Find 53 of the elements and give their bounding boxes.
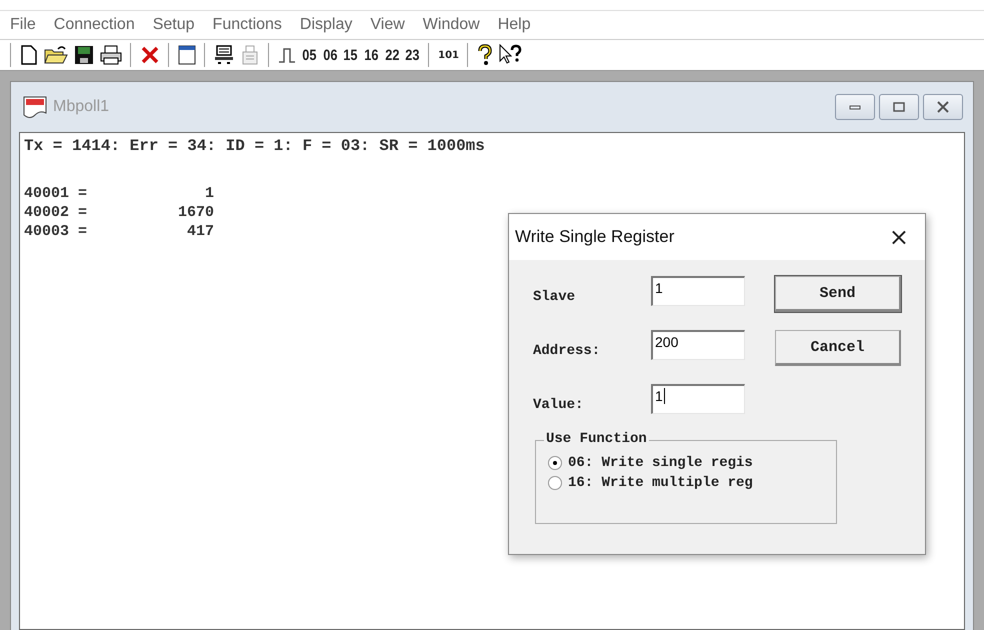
menu-item[interactable]: File: [2, 16, 44, 34]
menu-item[interactable]: Window: [412, 16, 488, 34]
input-field[interactable]: 200: [651, 330, 745, 360]
input-field[interactable]: 1: [651, 384, 745, 414]
radio-label[interactable]: 16: Write multiple reg: [568, 475, 753, 491]
restore-icon: [893, 102, 905, 112]
menu-item[interactable]: Setup: [142, 16, 203, 34]
register-value: 1: [204, 185, 214, 202]
input-field[interactable]: 1: [651, 276, 745, 306]
register-address: 40002 =: [24, 204, 88, 221]
menu-item[interactable]: Functions: [202, 16, 290, 34]
close-icon: [936, 101, 950, 113]
open-folder-icon[interactable]: [44, 45, 68, 65]
document-icon: [23, 96, 47, 118]
send-button[interactable]: Send: [775, 276, 901, 312]
window-title: Mbpoll1: [53, 98, 110, 116]
delete-icon[interactable]: [140, 45, 160, 65]
context-help-icon[interactable]: [499, 44, 523, 66]
function-code-button[interactable]: 16: [364, 46, 378, 64]
function-code-button[interactable]: 06: [322, 46, 338, 64]
minimize-button[interactable]: [835, 94, 875, 120]
register-address: 40003 =: [24, 223, 88, 240]
window-icon[interactable]: [178, 45, 196, 65]
radio-button[interactable]: [548, 476, 562, 490]
new-file-icon[interactable]: [20, 45, 38, 65]
menu-item[interactable]: Help: [488, 16, 539, 34]
cancel-button[interactable]: Cancel: [775, 330, 901, 366]
save-icon[interactable]: [74, 45, 94, 65]
register-address: 40001 =: [24, 185, 88, 202]
field-label: Slave: [533, 288, 576, 305]
field-label: Value:: [533, 396, 584, 413]
register-value: 417: [186, 223, 214, 240]
close-button[interactable]: [923, 94, 963, 120]
radio-button[interactable]: [548, 456, 562, 470]
register-value: 1670: [176, 204, 214, 221]
minimize-icon: [849, 103, 861, 111]
dialog-title: Write Single Register: [515, 227, 674, 247]
function-code-button[interactable]: 15: [344, 46, 358, 64]
function-code-button[interactable]: 23: [406, 46, 420, 64]
function-code-button[interactable]: 22: [385, 46, 400, 64]
radio-label[interactable]: 06: Write single regis: [568, 455, 753, 471]
address-button[interactable]: 101: [438, 50, 459, 60]
help-icon[interactable]: [477, 44, 493, 66]
restore-button[interactable]: [879, 94, 919, 120]
function-code-button[interactable]: 05: [302, 46, 316, 64]
menu-item[interactable]: View: [360, 16, 413, 34]
menu-item[interactable]: Connection: [44, 16, 143, 34]
connect-icon[interactable]: [214, 45, 234, 65]
menu-item[interactable]: Display: [290, 16, 360, 34]
printer-icon[interactable]: [100, 45, 122, 65]
status-line: Tx = 1414: Err = 34: ID = 1: F = 03: SR = 1000ms: [24, 137, 486, 155]
field-label: Address:: [533, 342, 602, 359]
close-button[interactable]: ×: [888, 223, 909, 251]
